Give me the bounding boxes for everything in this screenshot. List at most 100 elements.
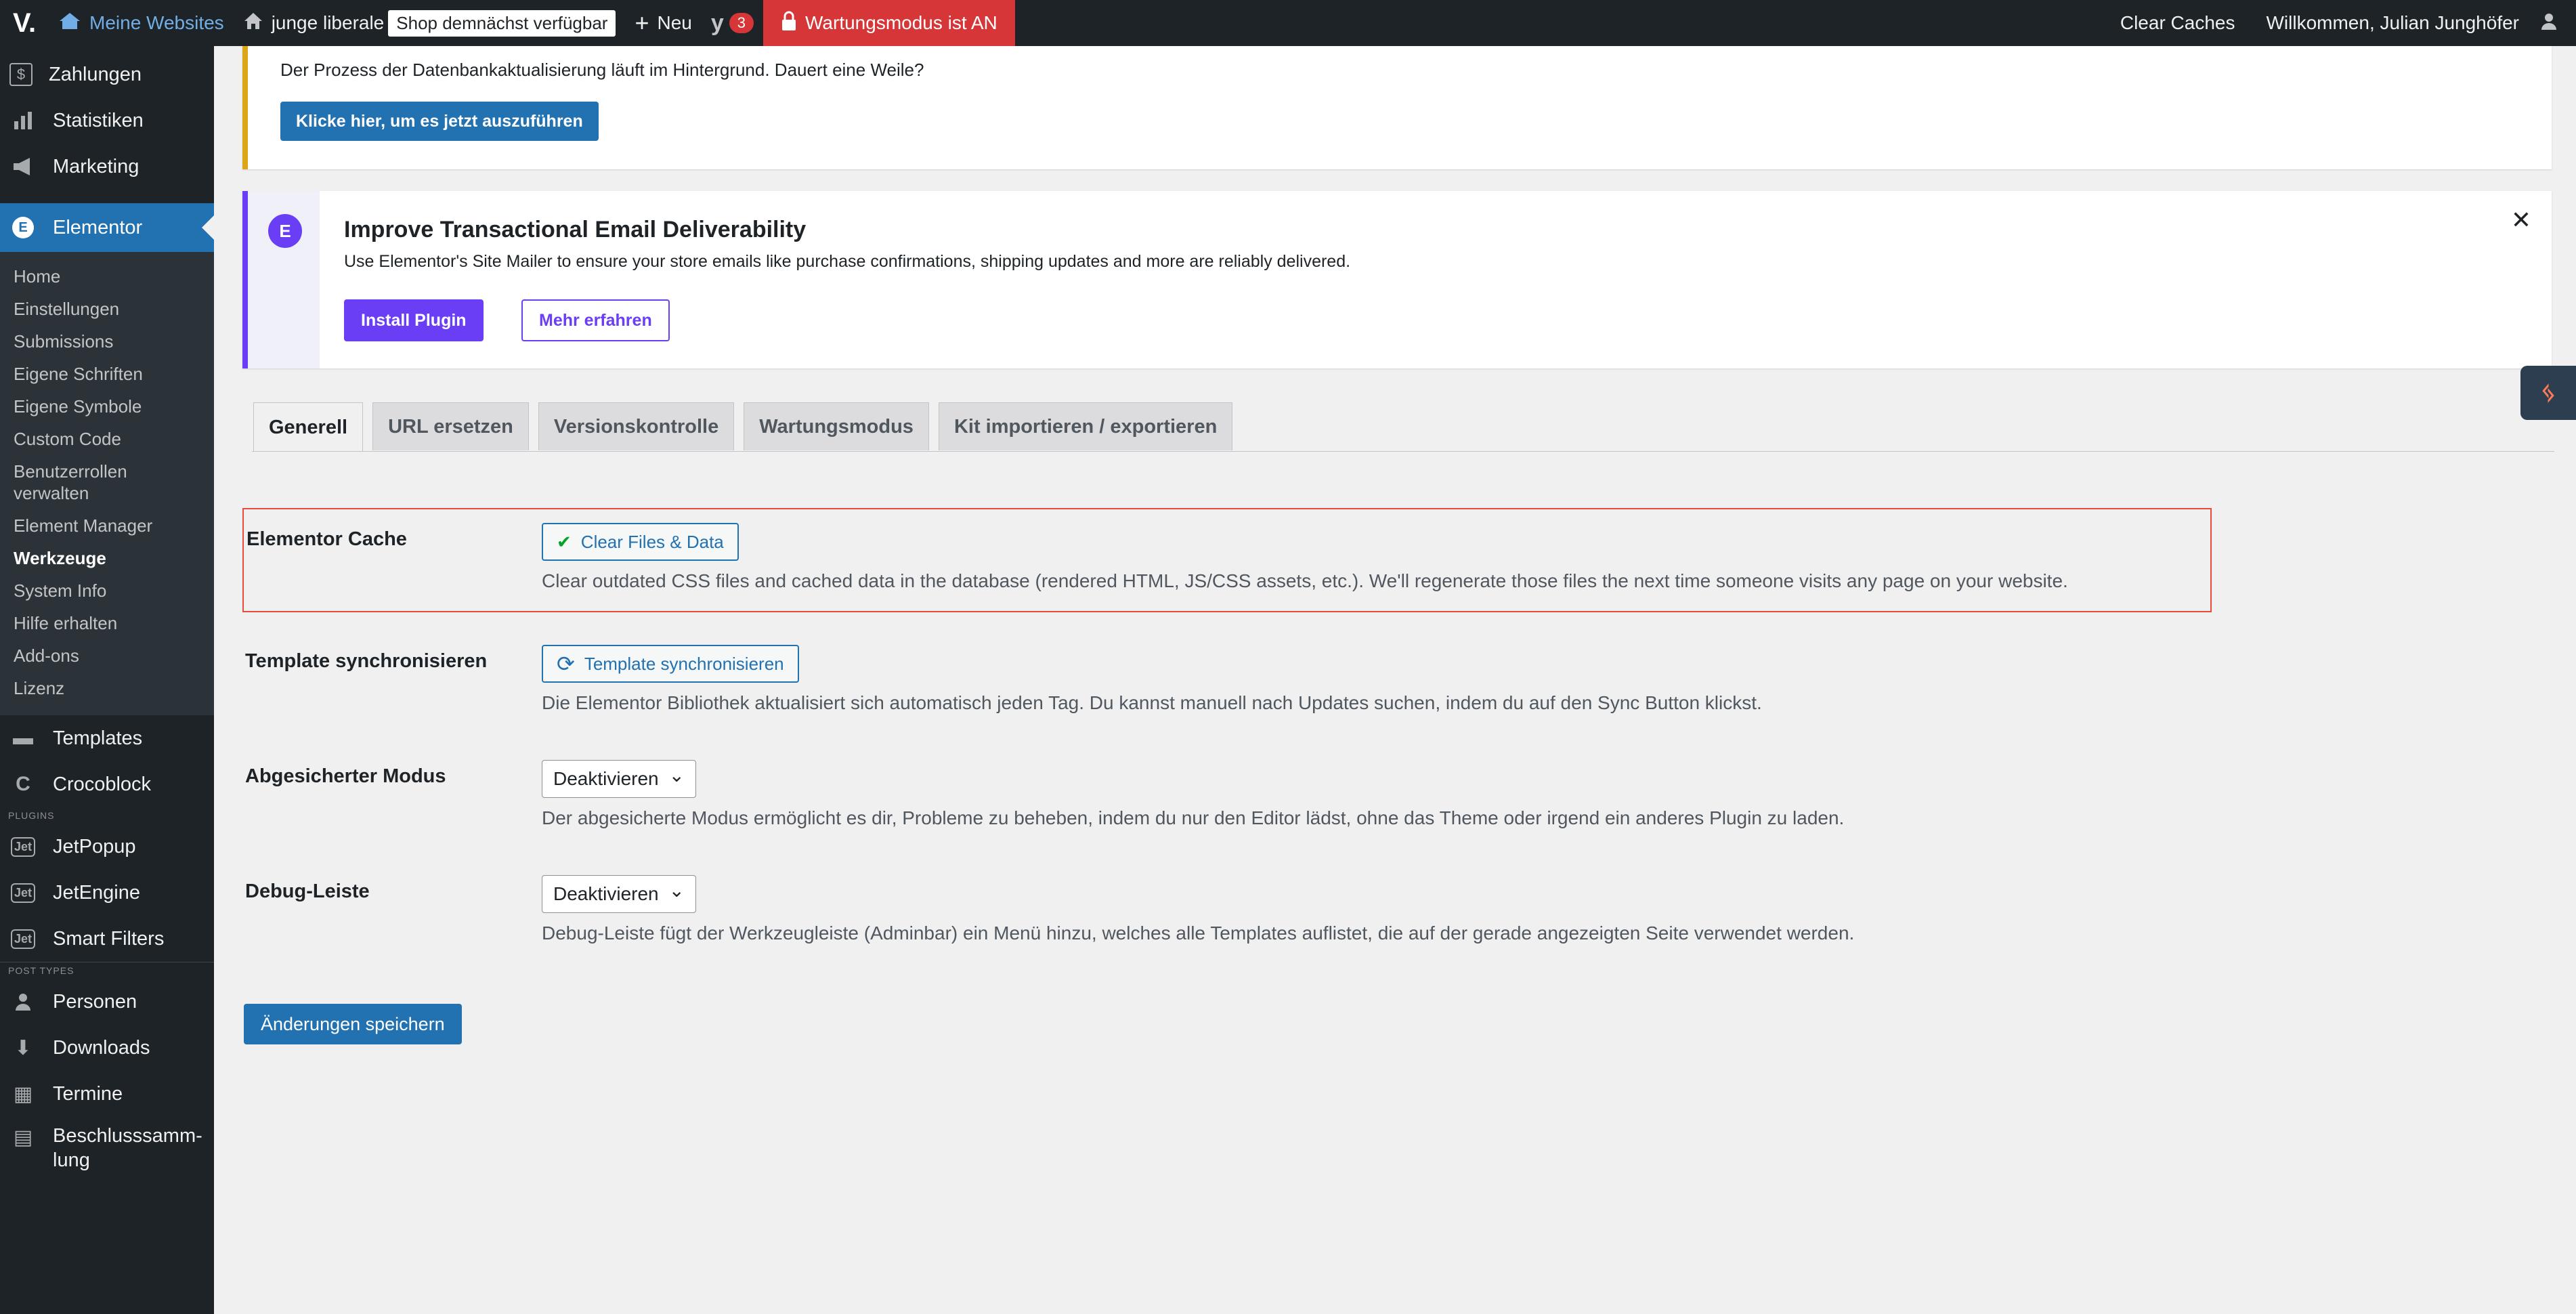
run-db-update-button[interactable]: Klicke hier, um es jetzt auszuführen (280, 102, 599, 141)
clear-files-data-button[interactable]: ✔ Clear Files & Data (542, 523, 739, 561)
tabs-divider (252, 451, 2554, 452)
menu-termine[interactable]: ▦ Termine (0, 1071, 214, 1117)
safe-mode-select[interactable]: Deaktivieren ⌄ (542, 760, 696, 798)
sync-templates-button[interactable]: ⟳ Template synchronisieren (542, 645, 799, 683)
elementor-cache-row: Elementor Cache ✔ Clear Files & Data Cle… (242, 508, 2212, 612)
submenu-element-manager[interactable]: Element Manager (0, 509, 214, 542)
plugins-separator: PLUGINS (8, 810, 55, 821)
tools-tabs: Generell URL ersetzen Versionskontrolle … (253, 402, 1233, 452)
clear-caches-link[interactable]: Clear Caches (2111, 0, 2245, 46)
menu-templates[interactable]: ▬ Templates (0, 715, 214, 761)
account-menu[interactable]: Willkommen, Julian Junghöfer (2257, 0, 2576, 46)
template-sync-label: Template synchronisieren (245, 650, 488, 672)
tab-maintenance-mode[interactable]: Wartungsmodus (744, 402, 929, 450)
checkmark-icon: ✔ (557, 531, 572, 552)
submenu-custom-code[interactable]: Custom Code (0, 423, 214, 455)
submenu-custom-fonts[interactable]: Eigene Schriften (0, 358, 214, 390)
install-plugin-button[interactable]: Install Plugin (344, 299, 484, 341)
person-icon (9, 988, 37, 1015)
safe-mode-row: Abgesicherter Modus Deaktivieren ⌄ Der a… (242, 752, 2209, 833)
my-sites-link[interactable]: Meine Websites (49, 0, 234, 46)
submenu-submissions[interactable]: Submissions (0, 325, 214, 358)
megaphone-icon (9, 153, 37, 180)
document-icon: ▤ (13, 1126, 33, 1149)
menu-smart-filters[interactable]: Jet Smart Filters (0, 916, 214, 962)
menu-jetpopup[interactable]: Jet JetPopup (0, 824, 214, 870)
post-types-separator: POST TYPES (8, 965, 74, 976)
save-changes-button[interactable]: Änderungen speichern (244, 1004, 462, 1044)
close-icon[interactable]: ✕ (2511, 206, 2531, 234)
yoast-icon: y (710, 9, 724, 36)
menu-statistics[interactable]: Statistiken (0, 98, 214, 144)
plus-icon: + (635, 9, 649, 37)
submenu-role-manager[interactable]: Benutzerrollen verwalten (0, 455, 183, 509)
lock-icon (781, 11, 797, 36)
notice-description: Use Elementor's Site Mailer to ensure yo… (344, 252, 1351, 271)
submenu-settings[interactable]: Einstellungen (0, 293, 214, 325)
main-content: Der Prozess der Datenbankaktualisierung … (214, 46, 2576, 1314)
submenu-license[interactable]: Lizenz (0, 672, 214, 704)
folder-icon: ▬ (13, 727, 33, 749)
menu-jetengine[interactable]: Jet JetEngine (0, 870, 214, 916)
elementor-submenu: Home Einstellungen Submissions Eigene Sc… (0, 252, 214, 715)
submenu-home[interactable]: Home (0, 260, 214, 293)
menu-payments[interactable]: $ Zahlungen (0, 51, 214, 98)
stats-icon (9, 107, 37, 134)
submenu-tools[interactable]: Werkzeuge (0, 542, 214, 574)
safe-mode-description: Der abgesicherte Modus ermöglicht es dir… (542, 807, 1845, 828)
new-content-link[interactable]: + Neu (625, 0, 701, 46)
debug-bar-description: Debug-Leiste fügt der Werkzeugleiste (Ad… (542, 923, 1855, 944)
debug-bar-select[interactable]: Deaktivieren ⌄ (542, 875, 696, 913)
menu-beschlusssammlung[interactable]: ▤ Beschlusssamm-lung (0, 1117, 214, 1179)
home-icon (243, 12, 263, 35)
network-icon (58, 12, 81, 35)
payments-icon: $ (9, 63, 33, 86)
calendar-icon: ▦ (13, 1082, 33, 1105)
user-avatar-icon (2539, 12, 2558, 35)
chevron-down-icon: ⌄ (668, 879, 685, 901)
menu-downloads[interactable]: ⬇ Downloads (0, 1025, 214, 1071)
tab-import-export-kit[interactable]: Kit importieren / exportieren (938, 402, 1233, 450)
db-update-notice: Der Prozess der Datenbankaktualisierung … (242, 46, 2552, 169)
tab-general[interactable]: Generell (253, 402, 364, 452)
crocoblock-icon: C (16, 773, 30, 795)
download-icon: ⬇ (14, 1036, 32, 1059)
notification-count-badge: 3 (729, 13, 754, 33)
elementor-cache-label: Elementor Cache (246, 528, 407, 550)
safe-mode-label: Abgesicherter Modus (245, 765, 446, 787)
submenu-system-info[interactable]: System Info (0, 574, 214, 607)
elementor-cache-description: Clear outdated CSS files and cached data… (542, 570, 2068, 591)
wp-logo-icon[interactable]: V. (0, 0, 49, 46)
notice-title: Improve Transactional Email Deliverabili… (344, 217, 807, 242)
submenu-custom-icons[interactable]: Eigene Symbole (0, 390, 214, 423)
sync-icon: ⟳ (557, 652, 575, 676)
submenu-addons[interactable]: Add-ons (0, 639, 214, 672)
menu-crocoblock[interactable]: C Crocoblock (0, 761, 214, 807)
tab-version-control[interactable]: Versionskontrolle (538, 402, 735, 450)
menu-elementor[interactable]: E Elementor (0, 203, 214, 252)
site-mailer-notice: E Improve Transactional Email Deliverabi… (242, 191, 2552, 368)
shop-status-badge[interactable]: Shop demnächst verfügbar (388, 9, 616, 37)
elementor-logo-icon: E (268, 214, 302, 248)
admin-sidebar: $ Zahlungen Statistiken Marketing E Elem… (0, 46, 214, 1314)
elementor-icon: E (9, 214, 37, 241)
chevron-down-icon: ⌄ (668, 764, 685, 786)
maintenance-mode-indicator[interactable]: Wartungsmodus ist AN (763, 0, 1015, 46)
menu-personen[interactable]: Personen (0, 979, 214, 1025)
db-update-text: Der Prozess der Datenbankaktualisierung … (280, 60, 924, 80)
jet-icon: Jet (9, 833, 37, 860)
jet-icon: Jet (9, 879, 37, 906)
learn-more-button[interactable]: Mehr erfahren (521, 299, 670, 341)
menu-marketing[interactable]: Marketing (0, 144, 214, 190)
template-sync-description: Die Elementor Bibliothek aktualisiert si… (542, 692, 1762, 713)
debug-bar-label: Debug-Leiste (245, 881, 370, 902)
debug-bar-row: Debug-Leiste Deaktivieren ⌄ Debug-Leiste… (242, 867, 2209, 948)
jet-icon: Jet (9, 925, 37, 952)
admin-bar: V. Meine Websites junge liberale Shop de… (0, 0, 2576, 46)
yoast-menu[interactable]: y 3 (702, 0, 763, 46)
hubspot-icon[interactable]: ᛃ (2520, 366, 2576, 420)
submenu-get-help[interactable]: Hilfe erhalten (0, 607, 214, 639)
template-sync-row: Template synchronisieren ⟳ Template sync… (242, 637, 2209, 718)
site-name-link[interactable]: junge liberale Shop demnächst verfügbar (234, 0, 626, 46)
tab-replace-url[interactable]: URL ersetzen (372, 402, 529, 450)
